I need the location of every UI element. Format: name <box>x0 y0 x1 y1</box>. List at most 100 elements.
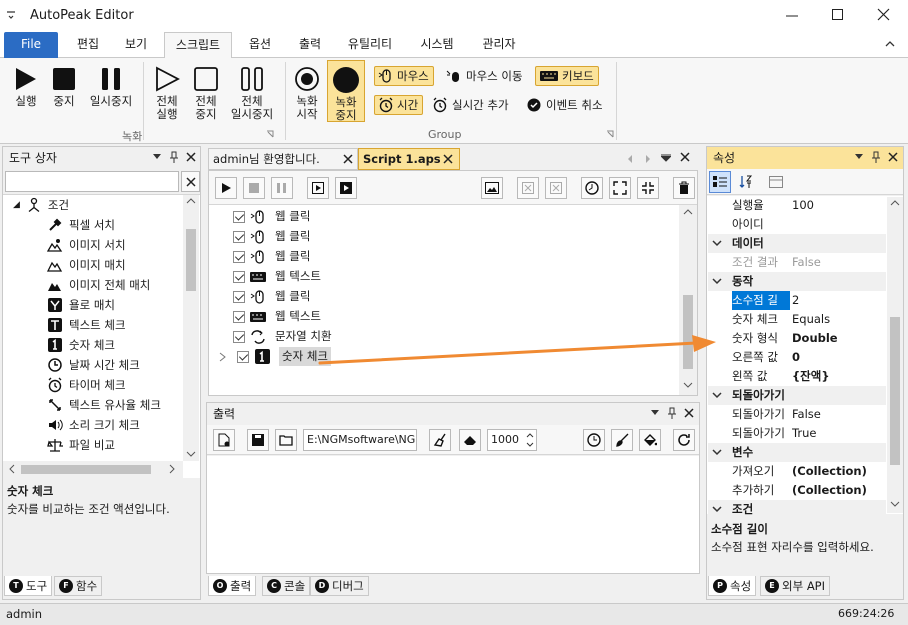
toolbox-search-input[interactable] <box>5 171 179 192</box>
event-cancel-button[interactable]: 이벤트 취소 <box>526 95 603 115</box>
tab-view[interactable]: 보기 <box>114 32 158 58</box>
script-row[interactable]: 웹 클릭 <box>233 287 310 306</box>
row-checkbox[interactable] <box>233 330 245 343</box>
property-row[interactable]: 추가하기 (Collection) <box>728 481 886 500</box>
dropdown-icon[interactable] <box>153 154 161 160</box>
tab-output[interactable]: O 출력 <box>208 576 257 596</box>
doc-tab-welcome[interactable]: admin님 환영합니다. <box>208 148 358 170</box>
interval-stepper[interactable]: 1000 <box>487 429 537 451</box>
property-pages-button[interactable] <box>765 171 787 193</box>
close-icon[interactable] <box>680 152 690 162</box>
property-row[interactable]: 되돌아가기 True <box>728 424 886 443</box>
tree-item[interactable]: 타이머 체크 <box>47 375 126 395</box>
property-category[interactable]: 되돌아가기 <box>708 386 886 405</box>
property-row[interactable]: 아이디 <box>728 215 886 234</box>
row-checkbox[interactable] <box>233 310 245 323</box>
tree-item[interactable]: 이미지 서치 <box>47 235 126 255</box>
mouse-move-button[interactable]: 마우스 이동 <box>446 66 523 86</box>
tab-admin[interactable]: 관리자 <box>472 32 526 58</box>
keyboard-toggle[interactable]: 키보드 <box>535 66 599 86</box>
stop-script-button[interactable] <box>243 177 265 199</box>
close-icon[interactable] <box>684 408 694 418</box>
tree-item[interactable]: 이미지 전체 매치 <box>47 275 150 295</box>
erase-button[interactable] <box>459 429 481 451</box>
mouse-toggle[interactable]: 마우스 <box>374 66 434 86</box>
categorized-button[interactable] <box>709 171 731 193</box>
script-row[interactable]: 웹 텍스트 <box>233 267 321 286</box>
property-category[interactable]: 데이터 <box>708 234 886 253</box>
properties-vscrollbar[interactable] <box>887 197 903 513</box>
tree-item[interactable]: 픽셀 서치 <box>47 215 115 235</box>
group-launcher-icon[interactable] <box>606 130 614 138</box>
tab-debug[interactable]: D 디버그 <box>310 576 369 596</box>
log-path-input[interactable]: E:\NGMsoftware\NG <box>303 429 417 451</box>
stop-button[interactable]: 중지 <box>46 66 82 108</box>
refresh-button[interactable] <box>673 429 695 451</box>
tab-scroll-right-icon[interactable] <box>644 154 652 164</box>
tab-console[interactable]: C 콘솔 <box>262 576 311 596</box>
tree-item[interactable]: 욜로 매치 <box>47 295 115 315</box>
row-checkbox[interactable] <box>233 270 245 283</box>
script-row[interactable]: 웹 클릭 <box>233 207 310 226</box>
tree-item[interactable]: 파일 비교 <box>47 435 115 455</box>
row-checkbox[interactable] <box>233 290 245 303</box>
row-checkbox[interactable] <box>233 210 245 223</box>
tab-list-icon[interactable] <box>661 154 671 162</box>
script-row[interactable]: 웹 텍스트 <box>233 307 321 326</box>
timer-button[interactable] <box>581 177 603 199</box>
dropdown-icon[interactable] <box>855 154 863 160</box>
row-checkbox[interactable] <box>233 230 245 243</box>
run-script-button[interactable] <box>215 177 237 199</box>
tab-functions[interactable]: F 함수 <box>54 576 103 596</box>
run-button[interactable]: 실행 <box>8 66 44 108</box>
clear-search-button[interactable] <box>181 171 200 192</box>
tree-item[interactable]: 소리 크기 체크 <box>47 415 140 435</box>
minimize-icon[interactable] <box>784 7 800 23</box>
toolbox-vscrollbar[interactable] <box>183 195 199 461</box>
tab-system[interactable]: 시스템 <box>412 32 462 58</box>
pause-script-button[interactable] <box>271 177 293 199</box>
property-row[interactable]: 왼쪽 값 {잔액} <box>728 367 886 386</box>
tree-item[interactable]: 텍스트 유사율 체크 <box>47 395 161 415</box>
property-row[interactable]: 숫자 체크 Equals <box>728 310 886 329</box>
stop-all-button[interactable]: 전체 중지 <box>188 66 224 121</box>
property-row[interactable]: 실행율 100 <box>728 196 886 215</box>
realtime-add-button[interactable]: 실시간 추가 <box>432 95 509 115</box>
property-category[interactable]: 조건 <box>708 500 886 519</box>
tab-tools[interactable]: T 도구 <box>4 576 53 596</box>
fill-button[interactable] <box>639 429 661 451</box>
tab-edit[interactable]: 편집 <box>66 32 110 58</box>
record-start-button[interactable]: 녹화 시작 <box>290 66 324 121</box>
image-button[interactable] <box>481 177 503 199</box>
file-tab[interactable]: File <box>4 32 58 58</box>
maximize-icon[interactable] <box>830 7 846 23</box>
tab-script[interactable]: 스크립트 <box>164 32 232 59</box>
toolbox-hscrollbar[interactable] <box>3 461 183 478</box>
tree-item[interactable]: 텍스트 체크 <box>47 315 126 335</box>
pin-icon[interactable] <box>169 151 179 164</box>
tree-item[interactable]: 이미지 매치 <box>47 255 126 275</box>
collapse-ribbon-icon[interactable] <box>884 39 896 49</box>
clean-button[interactable] <box>429 429 451 451</box>
open-folder-button[interactable] <box>275 429 297 451</box>
property-row[interactable]: 오른쪽 값 0 <box>728 348 886 367</box>
time-toggle[interactable]: 시간 <box>374 95 424 115</box>
new-log-button[interactable] <box>213 429 235 451</box>
property-row[interactable]: 되돌아가기 False <box>728 405 886 424</box>
property-row[interactable]: 숫자 형식 Double <box>728 329 886 348</box>
tab-output[interactable]: 출력 <box>290 32 330 58</box>
tab-options[interactable]: 옵션 <box>240 32 280 58</box>
brush-button[interactable] <box>611 429 633 451</box>
expand-button[interactable] <box>609 177 631 199</box>
step-button[interactable] <box>307 177 329 199</box>
close-icon[interactable] <box>186 152 196 162</box>
group-launcher-icon[interactable] <box>266 130 274 138</box>
pause-button[interactable]: 일시중지 <box>84 66 138 108</box>
property-row[interactable]: 가져오기 (Collection) <box>728 462 886 481</box>
pause-all-button[interactable]: 전체 일시중지 <box>226 66 278 121</box>
doc-tab-script[interactable]: Script 1.aps <box>358 148 460 170</box>
tab-properties[interactable]: P 속성 <box>708 576 757 596</box>
disable-all-button[interactable] <box>545 177 567 199</box>
run-all-button[interactable]: 전체 실행 <box>148 66 186 121</box>
row-checkbox[interactable] <box>233 250 245 263</box>
